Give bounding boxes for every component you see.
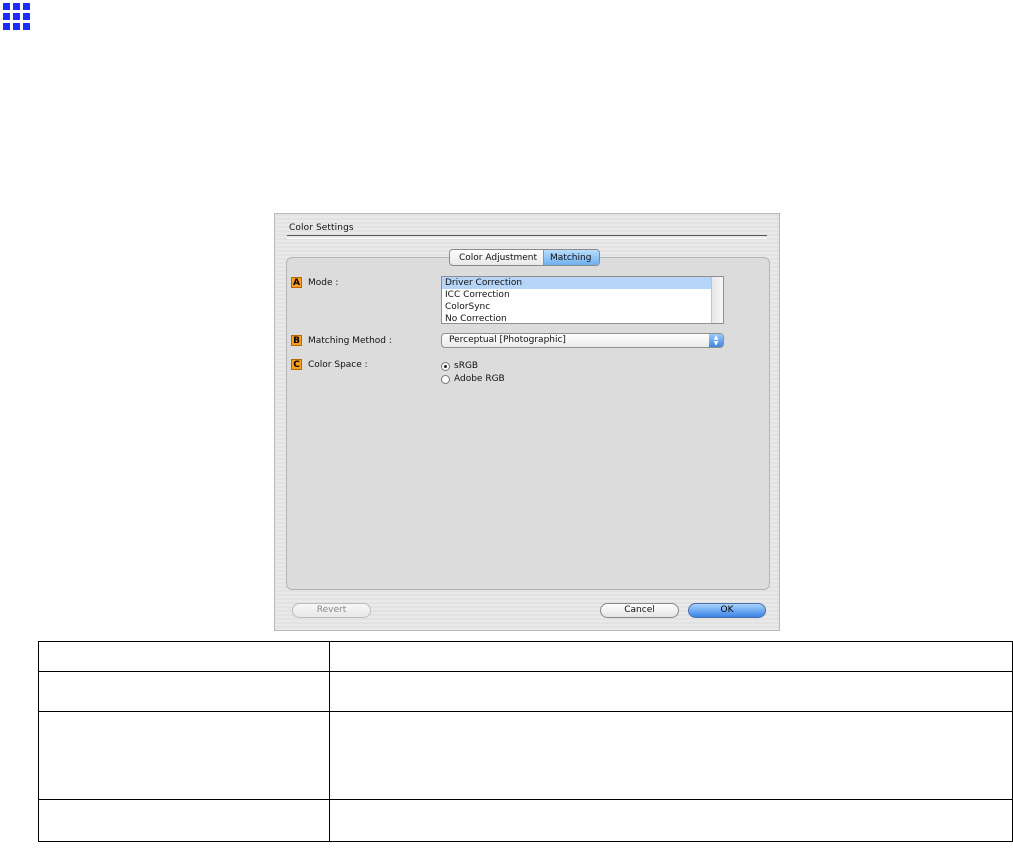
- matching-method-select[interactable]: Perceptual [Photographic] ▲ ▼: [441, 333, 724, 348]
- color-space-label-row: C Color Space :: [291, 359, 368, 370]
- mode-label-row: A Mode :: [291, 277, 338, 288]
- color-space-label: Color Space :: [308, 359, 368, 370]
- revert-button[interactable]: Revert: [292, 603, 371, 618]
- matching-method-badge: B: [291, 335, 302, 346]
- tab-matching[interactable]: Matching: [543, 250, 600, 265]
- table-cell: [329, 641, 1013, 672]
- title-divider: [287, 235, 767, 239]
- color-space-option-srgb[interactable]: sRGB: [441, 361, 478, 371]
- mode-list-scrollbar[interactable]: [711, 277, 723, 323]
- mode-option-colorsync[interactable]: ColorSync: [442, 301, 723, 313]
- adobe-rgb-radio[interactable]: [441, 374, 450, 384]
- tab-bar: Color Adjustment Matching: [449, 249, 601, 266]
- mode-option-driver-correction[interactable]: Driver Correction: [442, 277, 723, 289]
- table-cell: [38, 799, 330, 842]
- adobe-rgb-label: Adobe RGB: [454, 374, 505, 384]
- table-row: [38, 711, 1013, 800]
- table-cell: [329, 799, 1013, 842]
- table-row: [38, 641, 1013, 672]
- mode-option-icc-correction[interactable]: ICC Correction: [442, 289, 723, 301]
- cancel-button[interactable]: Cancel: [600, 603, 679, 618]
- mode-option-no-correction[interactable]: No Correction: [442, 313, 723, 325]
- color-space-option-adobe-rgb[interactable]: Adobe RGB: [441, 374, 505, 384]
- srgb-radio[interactable]: [441, 361, 450, 371]
- settings-table: [38, 641, 1013, 842]
- table-cell: [38, 641, 330, 672]
- srgb-label: sRGB: [454, 361, 479, 371]
- mode-label: Mode :: [308, 277, 339, 288]
- table-row: [38, 671, 1013, 712]
- dialog-title: Color Settings: [289, 223, 354, 233]
- table-cell: [38, 671, 330, 712]
- popup-arrows-icon: ▲ ▼: [709, 334, 723, 347]
- grid-menu-icon: [3, 3, 30, 30]
- color-settings-dialog: Color Settings Color Adjustment Matching…: [274, 213, 780, 631]
- table-cell: [329, 671, 1013, 712]
- matching-method-value: Perceptual [Photographic]: [449, 335, 566, 345]
- table-row: [38, 799, 1013, 842]
- tab-color-adjustment[interactable]: Color Adjustment: [450, 250, 543, 265]
- arrow-down-icon: ▼: [713, 339, 719, 347]
- table-cell: [38, 711, 330, 800]
- mode-listbox[interactable]: Driver Correction ICC Correction ColorSy…: [441, 276, 724, 324]
- ok-button[interactable]: OK: [688, 603, 766, 618]
- mode-badge: A: [291, 277, 302, 288]
- matching-method-label: Matching Method :: [308, 335, 392, 346]
- table-cell: [329, 711, 1013, 800]
- color-space-badge: C: [291, 359, 302, 370]
- matching-method-label-row: B Matching Method :: [291, 335, 392, 346]
